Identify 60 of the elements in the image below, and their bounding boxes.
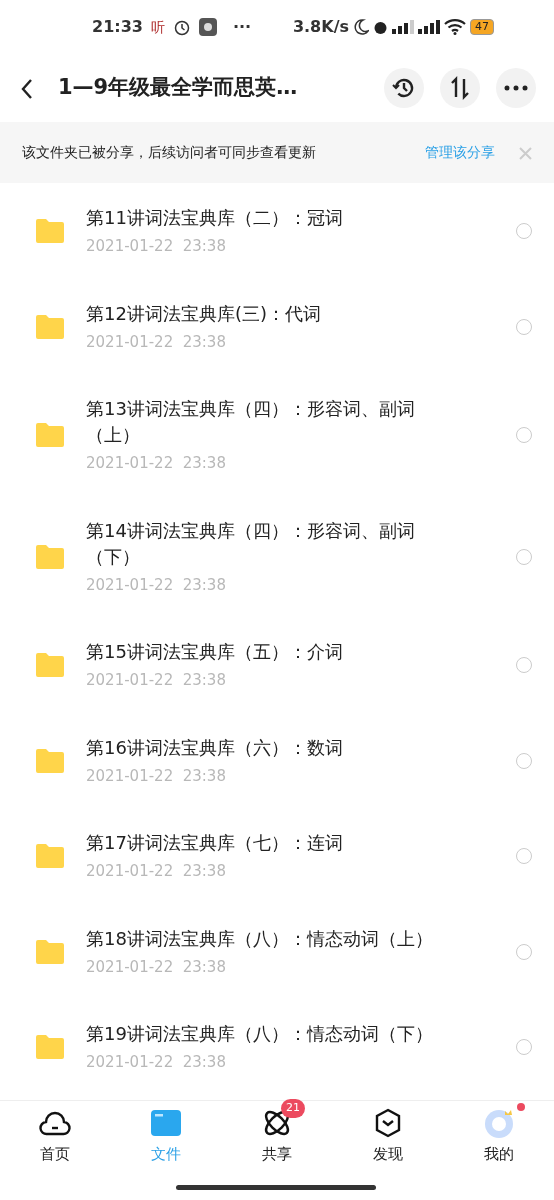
folder-title: 1—9年级最全学而思英…: [58, 74, 298, 102]
app-icon: [198, 18, 217, 36]
file-row[interactable]: 第12讲词法宝典库(三)：代词 2021-01-22 23:38: [0, 278, 554, 374]
file-row[interactable]: 第13讲词法宝典库（四）：形容词、副词（上） 2021-01-22 23:38: [0, 374, 554, 496]
avatar-icon: [482, 1107, 515, 1139]
file-name: 第16讲词法宝典库（六）：数词: [86, 735, 344, 760]
history-icon: [392, 76, 416, 100]
file-date: 2021-01-22 23:38: [86, 574, 227, 596]
file-name: 第12讲词法宝典库(三)：代词: [86, 301, 322, 326]
nav-tab[interactable]: 首页: [15, 1101, 96, 1200]
nav-tab[interactable]: 我的: [458, 1101, 539, 1200]
more-dots: ···: [232, 16, 252, 38]
file-name: 第18讲词法宝典库（八）：情态动词（上）: [86, 926, 434, 951]
file-date: 2021-01-22 23:38: [86, 453, 227, 474]
file-row[interactable]: 第17讲词法宝典库（七）：连词 2021-01-22 23:38: [0, 808, 554, 904]
history-button[interactable]: [384, 68, 424, 108]
more-icon: [504, 85, 528, 91]
folder-icon: [34, 938, 66, 965]
file-date: 2021-01-22 23:38: [86, 236, 227, 257]
battery-indicator: 47: [470, 19, 494, 35]
file-name: 第17讲词法宝典库（七）：连词: [86, 831, 344, 855]
file-row[interactable]: 第14讲词法宝典库（四）：形容词、副词（下） 2021-01-22 23:38: [0, 495, 554, 617]
file-row[interactable]: 第18讲词法宝典库（八）：情态动词（上） 2021-01-22 23:38: [0, 903, 554, 999]
file-name: 第13讲词法宝典库（四）：形容词、副词（上）: [86, 397, 416, 447]
moon-icon: [353, 19, 369, 35]
sort-button[interactable]: [440, 68, 480, 108]
hexagon-icon: [373, 1107, 402, 1139]
banner-message: 该文件夹已被分享，后续访问者可同步查看更新: [22, 143, 316, 162]
folder-icon: [34, 543, 66, 570]
file-date: 2021-01-22 23:38: [86, 1052, 227, 1073]
clock-time: 21:33: [92, 16, 143, 38]
folder-icon: [34, 422, 66, 449]
file-name: 第19讲词法宝典库（八）：情态动词（下）: [86, 1022, 434, 1046]
file-name: 第11讲词法宝典库（二）：冠词: [86, 206, 344, 230]
file-name: 第14讲词法宝典库（四）：形容词、副词（下）: [86, 518, 416, 569]
file-name: 第15讲词法宝典库（五）：介词: [86, 640, 344, 664]
folder-icon: [34, 1034, 66, 1061]
file-date: 2021-01-22 23:38: [86, 956, 227, 978]
signal-icon: [392, 20, 414, 34]
folder-icon: [34, 313, 66, 340]
nav-tab[interactable]: 发现: [347, 1101, 428, 1200]
file-row[interactable]: 第15讲词法宝典库（五）：介词 2021-01-22 23:38: [0, 617, 554, 713]
more-button[interactable]: [496, 68, 536, 108]
file-row[interactable]: 第11讲词法宝典库（二）：冠词 2021-01-22 23:38: [0, 183, 554, 279]
app-glyph: 听: [150, 17, 165, 37]
file-date: 2021-01-22 23:38: [86, 861, 227, 882]
folder-icon: [151, 1107, 182, 1139]
file-row[interactable]: 第19讲词法宝典库（八）：情态动词（下） 2021-01-22 23:38: [0, 999, 554, 1095]
folder-icon: [34, 747, 66, 774]
wifi-icon: [444, 19, 466, 35]
folder-icon: [34, 652, 66, 679]
network-speed: 3.8K/s: [292, 16, 349, 38]
signal-icon: [418, 20, 440, 34]
folder-icon: [34, 843, 66, 870]
file-row[interactable]: 第16讲词法宝典库（六）：数词 2021-01-22 23:38: [0, 712, 554, 808]
count-badge: 21: [281, 1099, 305, 1118]
file-date: 2021-01-22 23:38: [86, 670, 227, 691]
file-date: 2021-01-22 23:38: [86, 765, 227, 787]
folder-icon: [34, 218, 66, 245]
file-date: 2021-01-22 23:38: [86, 331, 227, 353]
